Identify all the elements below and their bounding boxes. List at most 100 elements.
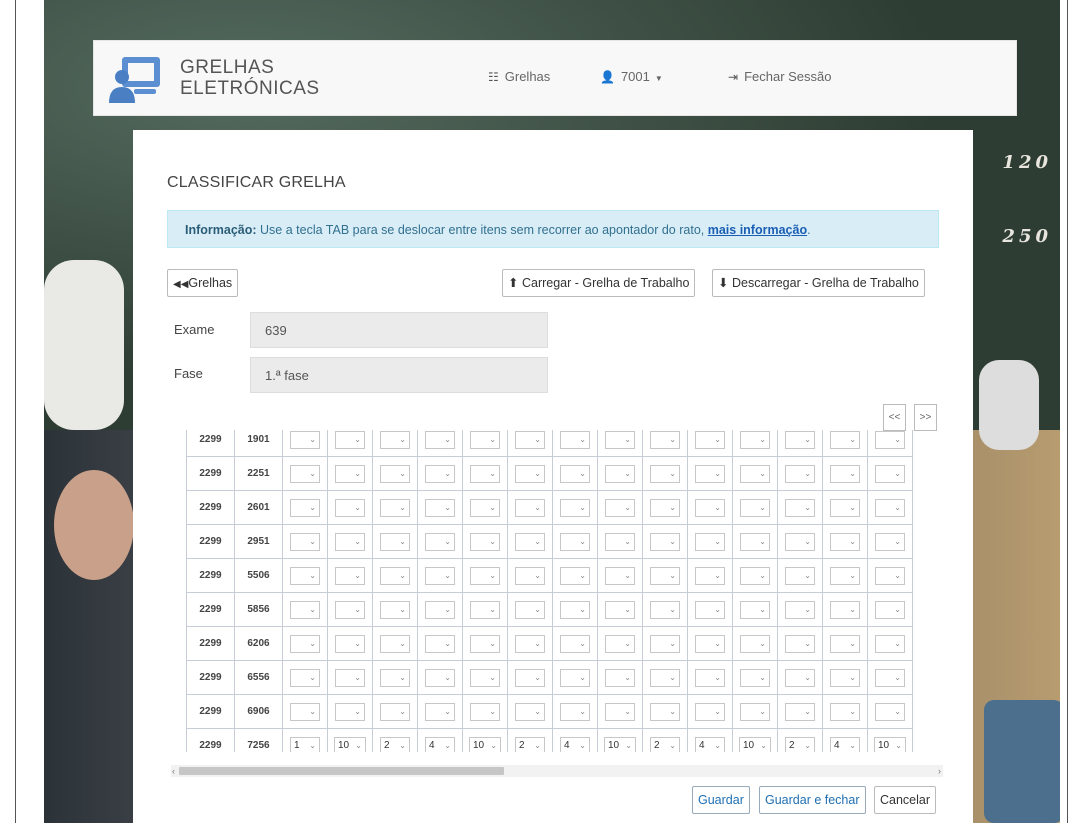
score-select[interactable]: ⌄ [740, 532, 770, 551]
page-prev-button[interactable]: << [883, 404, 906, 431]
score-select[interactable]: ⌄ [335, 702, 365, 721]
score-select[interactable]: ⌄ [380, 566, 410, 585]
score-select[interactable]: ⌄ [875, 600, 905, 619]
score-select[interactable]: ⌄ [290, 634, 320, 653]
score-select[interactable]: ⌄ [830, 498, 860, 517]
score-select[interactable]: ⌄ [380, 634, 410, 653]
save-button[interactable]: Guardar [692, 786, 750, 814]
score-select[interactable]: ⌄ [380, 668, 410, 687]
score-select[interactable]: ⌄ [830, 430, 860, 449]
score-select[interactable]: ⌄ [380, 498, 410, 517]
score-select[interactable]: ⌄ [335, 566, 365, 585]
score-select[interactable]: ⌄ [515, 702, 545, 721]
score-select[interactable]: ⌄ [425, 532, 455, 551]
score-select[interactable]: ⌄ [605, 498, 635, 517]
score-select[interactable]: ⌄ [875, 566, 905, 585]
score-select[interactable]: ⌄ [560, 464, 590, 483]
score-select[interactable]: ⌄ [290, 600, 320, 619]
score-select[interactable]: ⌄ [785, 430, 815, 449]
score-select[interactable]: 2 ⌄ [380, 736, 410, 752]
score-select[interactable]: ⌄ [650, 634, 680, 653]
score-select[interactable]: ⌄ [515, 566, 545, 585]
score-select[interactable]: 4 ⌄ [695, 736, 725, 752]
score-select[interactable]: ⌄ [290, 668, 320, 687]
score-select[interactable]: ⌄ [605, 464, 635, 483]
score-select[interactable]: ⌄ [785, 634, 815, 653]
score-select[interactable]: ⌄ [785, 566, 815, 585]
score-select[interactable]: 10 ⌄ [334, 736, 366, 752]
cancel-button[interactable]: Cancelar [874, 786, 937, 814]
score-select[interactable]: ⌄ [695, 430, 725, 449]
score-select[interactable]: ⌄ [380, 702, 410, 721]
score-select[interactable]: ⌄ [605, 566, 635, 585]
info-link[interactable]: mais informação [708, 223, 807, 237]
score-select[interactable]: 4 ⌄ [830, 736, 860, 752]
upload-button[interactable]: ⬆ Carregar - Grelha de Trabalho [502, 269, 696, 297]
score-select[interactable]: ⌄ [605, 532, 635, 551]
score-select[interactable]: ⌄ [335, 430, 365, 449]
score-select[interactable]: 2 ⌄ [515, 736, 545, 752]
score-select[interactable]: 10 ⌄ [469, 736, 501, 752]
score-select[interactable]: ⌄ [560, 566, 590, 585]
score-select[interactable]: ⌄ [875, 532, 905, 551]
score-select[interactable]: ⌄ [740, 464, 770, 483]
score-select[interactable]: ⌄ [605, 600, 635, 619]
score-select[interactable]: ⌄ [875, 634, 905, 653]
back-to-grelhas-button[interactable]: ◀◀Grelhas [167, 269, 239, 297]
score-select[interactable]: ⌄ [695, 464, 725, 483]
score-select[interactable]: ⌄ [740, 566, 770, 585]
score-select[interactable]: ⌄ [335, 464, 365, 483]
score-select[interactable]: ⌄ [830, 702, 860, 721]
score-select[interactable]: ⌄ [425, 464, 455, 483]
score-select[interactable]: ⌄ [650, 430, 680, 449]
score-select[interactable]: ⌄ [335, 634, 365, 653]
score-select[interactable]: ⌄ [785, 600, 815, 619]
scroll-left-icon[interactable]: ‹ [172, 765, 175, 777]
score-select[interactable]: ⌄ [470, 498, 500, 517]
score-select[interactable]: ⌄ [605, 430, 635, 449]
score-select[interactable]: ⌄ [470, 600, 500, 619]
score-select[interactable]: ⌄ [470, 566, 500, 585]
score-select[interactable]: ⌄ [425, 498, 455, 517]
score-select[interactable]: ⌄ [695, 532, 725, 551]
score-select[interactable]: ⌄ [425, 566, 455, 585]
score-select[interactable]: ⌄ [335, 668, 365, 687]
score-select[interactable]: ⌄ [290, 566, 320, 585]
score-select[interactable]: ⌄ [290, 464, 320, 483]
score-select[interactable]: ⌄ [335, 600, 365, 619]
score-select[interactable]: ⌄ [470, 532, 500, 551]
score-select[interactable]: ⌄ [290, 430, 320, 449]
score-select[interactable]: ⌄ [560, 430, 590, 449]
score-select[interactable]: ⌄ [470, 702, 500, 721]
score-select[interactable]: ⌄ [695, 702, 725, 721]
score-select[interactable]: ⌄ [740, 498, 770, 517]
score-select[interactable]: ⌄ [875, 668, 905, 687]
score-select[interactable]: ⌄ [560, 532, 590, 551]
nav-grelhas[interactable]: ☷ Grelhas [488, 69, 550, 84]
score-select[interactable]: ⌄ [650, 600, 680, 619]
score-select[interactable]: ⌄ [650, 532, 680, 551]
score-select[interactable]: ⌄ [515, 430, 545, 449]
score-select[interactable]: ⌄ [830, 532, 860, 551]
brand[interactable]: GRELHAS ELETRÓNICAS [180, 57, 320, 99]
score-select[interactable]: ⌄ [425, 430, 455, 449]
score-select[interactable]: ⌄ [830, 566, 860, 585]
score-select[interactable]: ⌄ [425, 702, 455, 721]
score-select[interactable]: ⌄ [875, 430, 905, 449]
save-close-button[interactable]: Guardar e fechar [759, 786, 866, 814]
score-select[interactable]: ⌄ [695, 634, 725, 653]
score-select[interactable]: ⌄ [875, 702, 905, 721]
score-select[interactable]: ⌄ [875, 498, 905, 517]
score-select[interactable]: ⌄ [740, 430, 770, 449]
score-select[interactable]: ⌄ [560, 498, 590, 517]
score-select[interactable]: ⌄ [470, 634, 500, 653]
score-select[interactable]: ⌄ [875, 464, 905, 483]
score-select[interactable]: ⌄ [695, 600, 725, 619]
score-select[interactable]: ⌄ [785, 498, 815, 517]
score-select[interactable]: ⌄ [785, 464, 815, 483]
score-select[interactable]: ⌄ [695, 498, 725, 517]
score-select[interactable]: ⌄ [830, 464, 860, 483]
score-select[interactable]: ⌄ [560, 634, 590, 653]
score-select[interactable]: ⌄ [380, 464, 410, 483]
score-select[interactable]: ⌄ [650, 566, 680, 585]
